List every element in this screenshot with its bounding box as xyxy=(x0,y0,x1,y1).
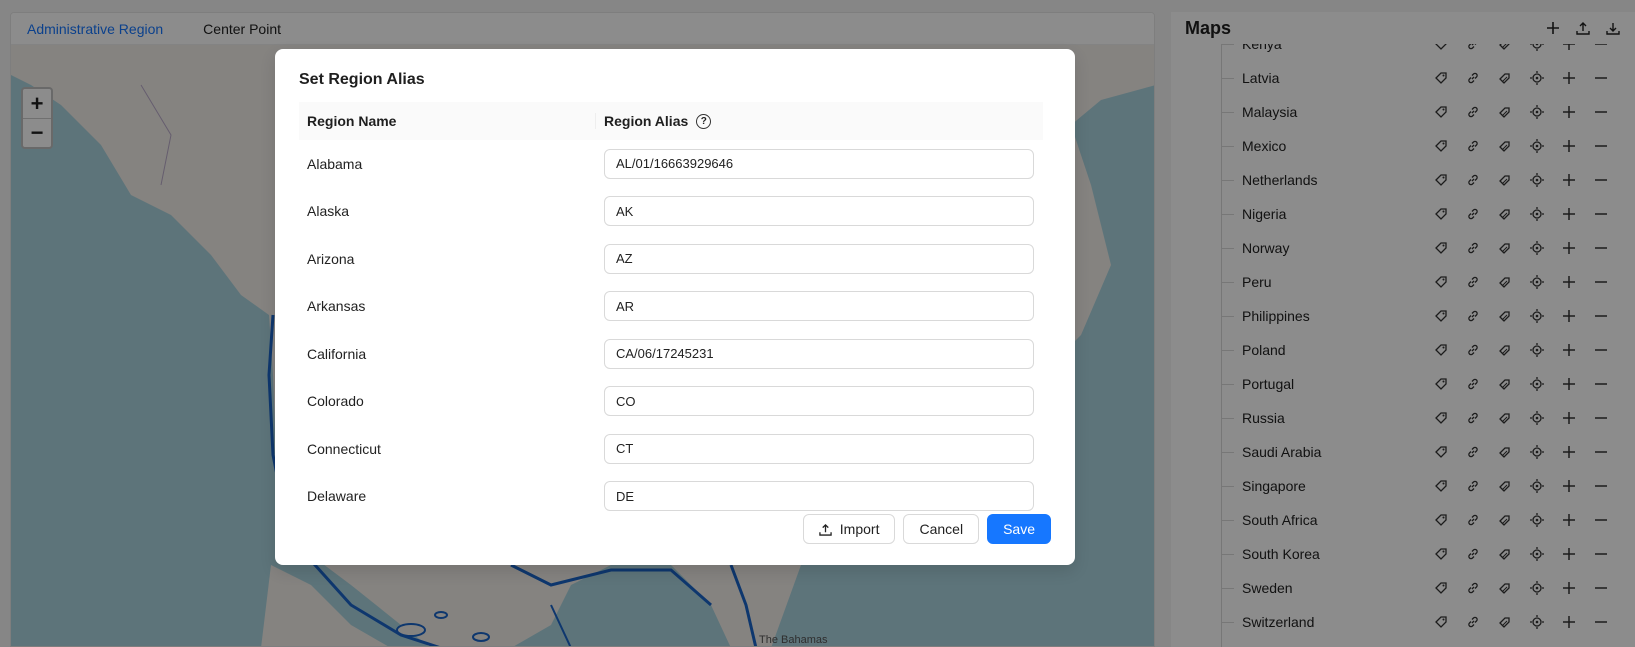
import-button[interactable]: Import xyxy=(802,514,896,544)
region-name-cell: Alabama xyxy=(307,155,363,172)
region-alias-input[interactable] xyxy=(604,338,1034,369)
table-row: Delaware xyxy=(299,473,1043,521)
region-alias-cell xyxy=(596,196,1034,227)
column-header-region-alias: Region Alias ? xyxy=(596,113,712,129)
region-alias-cell xyxy=(596,243,1034,274)
region-alias-cell xyxy=(596,291,1034,322)
column-header-region-name: Region Name xyxy=(299,113,596,129)
table-row: Connecticut xyxy=(299,425,1043,473)
table-row: Arkansas xyxy=(299,283,1043,331)
region-name-cell: Alaska xyxy=(307,203,350,220)
upload-icon xyxy=(819,523,832,536)
help-icon[interactable]: ? xyxy=(696,113,712,129)
region-name-cell: Connecticut xyxy=(307,440,381,457)
table-row: Arizona xyxy=(299,235,1043,283)
save-button[interactable]: Save xyxy=(987,514,1051,544)
table-row: Colorado xyxy=(299,378,1043,426)
region-alias-input[interactable] xyxy=(604,243,1034,274)
region-alias-cell xyxy=(596,481,1034,512)
alias-table-body: Alabama Alaska Arizona Arkansas California Co… xyxy=(299,140,1043,550)
cancel-button[interactable]: Cancel xyxy=(903,514,980,544)
region-alias-cell xyxy=(596,433,1034,464)
region-name-cell: Delaware xyxy=(307,488,367,505)
region-alias-input[interactable] xyxy=(604,148,1034,179)
table-row: Alabama xyxy=(299,140,1043,188)
region-alias-input[interactable] xyxy=(604,291,1034,322)
region-alias-input[interactable] xyxy=(604,196,1034,227)
region-name-cell: Arkansas xyxy=(307,298,366,315)
set-region-alias-modal: Set Region Alias Region Name Region Alia… xyxy=(275,49,1075,565)
table-header: Region Name Region Alias ? xyxy=(299,102,1043,140)
region-name-cell: Colorado xyxy=(307,393,364,410)
modal-title: Set Region Alias xyxy=(299,71,425,88)
column-header-region-alias-label: Region Alias xyxy=(604,113,689,129)
region-alias-input[interactable] xyxy=(604,433,1034,464)
table-row: Alaska xyxy=(299,188,1043,236)
region-name-cell: Arizona xyxy=(307,250,355,267)
modal-footer: Import Cancel Save xyxy=(802,514,1051,544)
region-name-cell: California xyxy=(307,345,367,362)
table-row: California xyxy=(299,330,1043,378)
import-button-label: Import xyxy=(839,521,880,537)
region-alias-input[interactable] xyxy=(604,481,1034,512)
region-alias-cell xyxy=(596,386,1034,417)
region-alias-cell xyxy=(596,338,1034,369)
region-alias-input[interactable] xyxy=(604,386,1034,417)
region-alias-cell xyxy=(596,148,1034,179)
